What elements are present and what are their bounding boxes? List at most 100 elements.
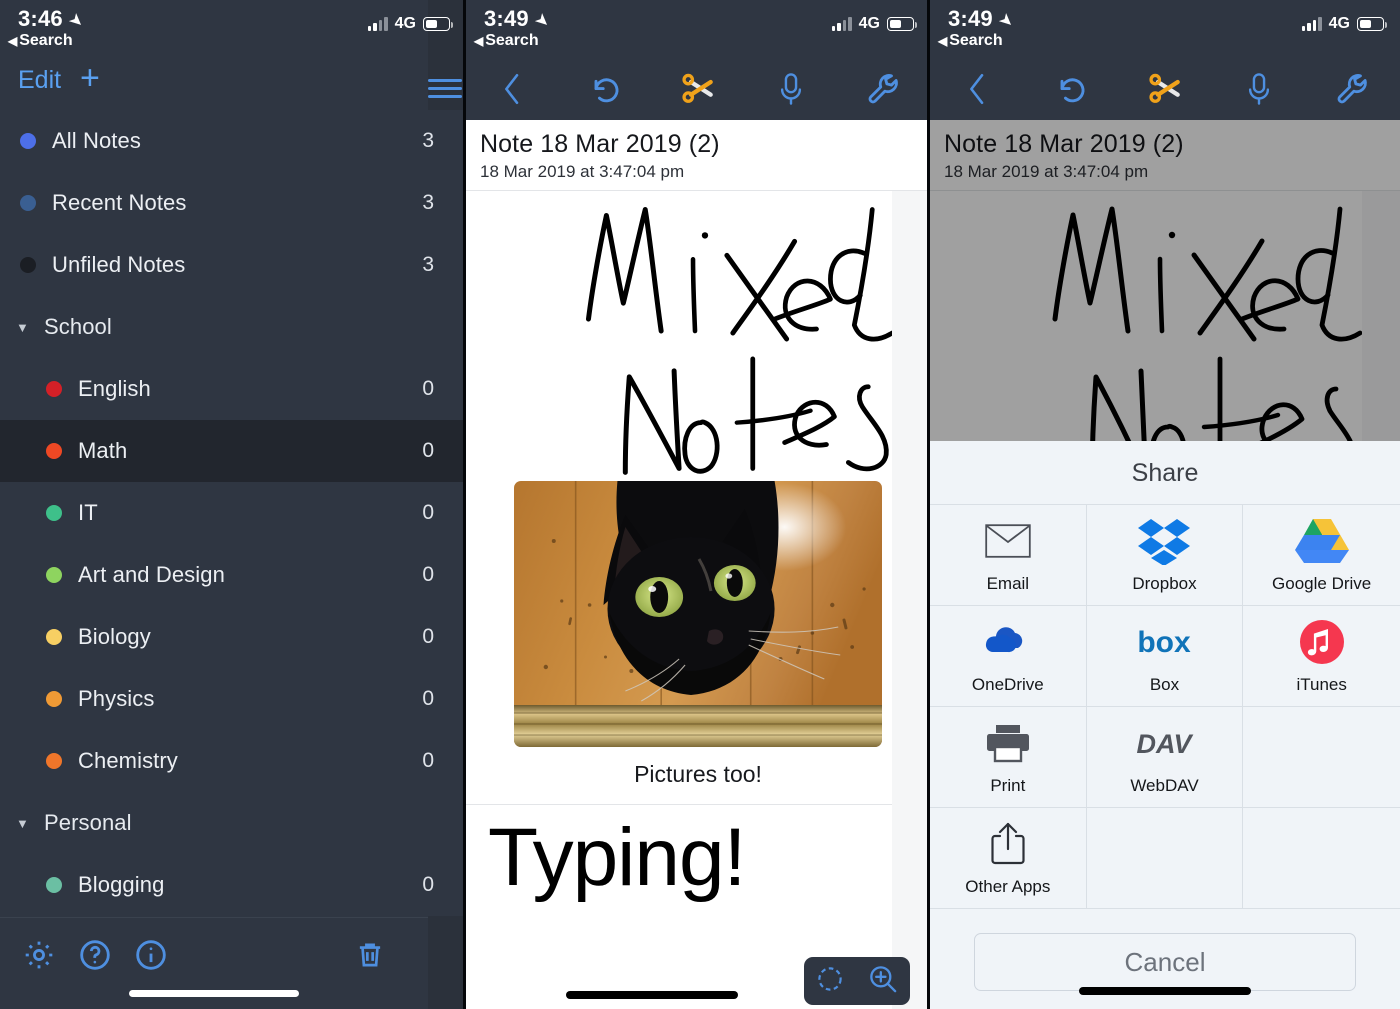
sidebar-item-art-and-design[interactable]: Art and Design 0: [0, 544, 466, 606]
scrollbar-track[interactable]: [892, 191, 930, 1009]
printer-icon: [985, 718, 1031, 768]
sidebar-item-it[interactable]: IT 0: [0, 482, 466, 544]
help-question-icon[interactable]: [78, 938, 112, 977]
sidebar-item-personal[interactable]: ▼ Personal: [0, 792, 466, 854]
back-chevron-icon[interactable]: [466, 58, 559, 120]
sidebar-item-label: Unfiled Notes: [52, 252, 186, 277]
share-option-onedrive[interactable]: OneDrive: [930, 606, 1087, 707]
home-indicator: [565, 991, 738, 999]
share-option-google-drive[interactable]: Google Drive: [1243, 505, 1400, 606]
cat-photo[interactable]: [514, 481, 882, 747]
share-upload-icon: [988, 819, 1028, 869]
share-option-box[interactable]: box Box: [1086, 606, 1244, 707]
battery-icon: [423, 17, 454, 31]
share-option-itunes[interactable]: iTunes: [1243, 606, 1400, 707]
itunes-icon: [1299, 617, 1345, 667]
zoom-in-icon[interactable]: [866, 962, 900, 1001]
add-notebook-button[interactable]: +: [80, 61, 100, 95]
sidebar-item-label: Blogging: [78, 872, 165, 897]
sidebar-item-biology[interactable]: Biology 0: [0, 606, 466, 668]
share-option-other-apps[interactable]: Other Apps: [930, 808, 1087, 909]
status-back-to-search[interactable]: ◀ Search: [938, 32, 1003, 50]
share-option-label: Print: [990, 776, 1026, 795]
sidebar-item-chemistry[interactable]: Chemistry 0: [0, 730, 466, 792]
lasso-select-icon[interactable]: [815, 964, 845, 999]
note-header: Note 18 Mar 2019 (2) 18 Mar 2019 at 3:47…: [930, 120, 1400, 190]
sidebar-item-math[interactable]: Math 0: [0, 420, 466, 482]
undo-icon[interactable]: [1024, 58, 1118, 120]
signal-strength-icon: [1301, 17, 1322, 31]
three-phone-screenshot-composite: 3:46 ➤ ◀ Search 4G Edit + All Notes 3 Recent…: [0, 0, 1400, 1009]
sidebar-bottom-toolbar: [0, 917, 428, 1009]
network-type-label: 4G: [1328, 15, 1350, 32]
status-back-to-search[interactable]: ◀ Search: [8, 32, 73, 50]
sidebar-item-school[interactable]: ▼ School: [0, 296, 466, 358]
share-sheet: Share Email Dropbox Google Drive OneDrive bo…: [930, 441, 1400, 1009]
battery-icon: [1357, 17, 1388, 31]
share-option-label: Box: [1149, 675, 1180, 694]
status-time: 3:49 ➤: [484, 6, 555, 33]
info-icon[interactable]: [134, 938, 168, 977]
status-bar: 3:49 ➤ ◀ Search 4G: [466, 0, 930, 58]
sidebar-item-all-notes[interactable]: All Notes 3: [0, 110, 466, 172]
zoom-toolbar: [804, 957, 910, 1005]
network-type-label: 4G: [394, 15, 416, 32]
trash-icon[interactable]: [354, 938, 386, 977]
box-icon: box: [1136, 617, 1192, 667]
onedrive-cloud-icon: [980, 617, 1036, 667]
scissors-icon[interactable]: [652, 58, 745, 120]
sidebar-item-label: All Notes: [52, 128, 141, 153]
sidebar-item-unfiled-notes[interactable]: Unfiled Notes 3: [0, 234, 466, 296]
share-option-dropbox[interactable]: Dropbox: [1086, 505, 1244, 606]
hamburger-menu-icon[interactable]: [428, 74, 462, 103]
notebook-color-dot: [46, 505, 62, 521]
undo-icon[interactable]: [559, 58, 652, 120]
share-option-email[interactable]: Email: [930, 505, 1087, 606]
sidebar-item-english[interactable]: English 0: [0, 358, 466, 420]
note-image-container[interactable]: [466, 481, 930, 747]
edit-button[interactable]: Edit: [18, 66, 61, 95]
cancel-button[interactable]: Cancel: [974, 933, 1356, 991]
status-back-to-search[interactable]: ◀ Search: [474, 32, 539, 50]
disclosure-caret-icon[interactable]: ▼: [16, 816, 30, 831]
panel-note-editor: 3:49 ➤ ◀ Search 4G Note 18 Mar 2019 (2) …: [466, 0, 930, 1009]
envelope-icon: [985, 516, 1031, 566]
sidebar-item-recent-notes[interactable]: Recent Notes 3: [0, 172, 466, 234]
disclosure-caret-icon[interactable]: ▼: [16, 320, 30, 335]
notebook-color-dot: [46, 443, 62, 459]
microphone-icon[interactable]: [1212, 58, 1306, 120]
sidebar-item-label: Personal: [44, 810, 132, 835]
wrench-icon[interactable]: [1306, 58, 1400, 120]
microphone-icon[interactable]: [744, 58, 837, 120]
sidebar-item-count: 0: [422, 873, 434, 896]
note-canvas[interactable]: Pictures too! Typing!: [466, 191, 930, 1009]
back-chevron-icon[interactable]: [930, 58, 1024, 120]
status-bar: 3:49 ➤ ◀ Search 4G: [930, 0, 1400, 58]
notebook-color-dot: [46, 877, 62, 893]
note-editor-toolbar: [930, 58, 1400, 120]
share-option-empty: [1086, 808, 1244, 909]
signal-strength-icon: [367, 17, 388, 31]
back-triangle-icon: ◀: [8, 34, 18, 48]
notebook-color-dot: [20, 133, 36, 149]
share-option-print[interactable]: Print: [930, 707, 1087, 808]
note-title[interactable]: Note 18 Mar 2019 (2): [480, 130, 930, 159]
sidebar-item-physics[interactable]: Physics 0: [0, 668, 466, 730]
sidebar-item-count: 0: [422, 687, 434, 710]
status-time: 3:46 ➤: [18, 6, 89, 33]
sidebar-item-blogging[interactable]: Blogging 0: [0, 854, 466, 916]
sidebar-item-label: Art and Design: [78, 562, 225, 587]
notebook-color-dot: [46, 753, 62, 769]
notebook-color-dot: [46, 629, 62, 645]
svg-text:DAV: DAV: [1137, 729, 1194, 759]
scissors-icon[interactable]: [1118, 58, 1212, 120]
typed-text-block[interactable]: Typing!: [466, 805, 930, 905]
wrench-icon[interactable]: [837, 58, 930, 120]
status-bar: 3:46 ➤ ◀ Search 4G: [0, 0, 466, 58]
settings-gear-icon[interactable]: [22, 938, 56, 977]
share-option-webdav[interactable]: DAV WebDAV: [1086, 707, 1244, 808]
sidebar-item-count: 0: [422, 625, 434, 648]
image-caption: Pictures too!: [634, 761, 762, 787]
handwriting-mixed-notes: [585, 207, 895, 475]
svg-text:box: box: [1138, 626, 1192, 659]
